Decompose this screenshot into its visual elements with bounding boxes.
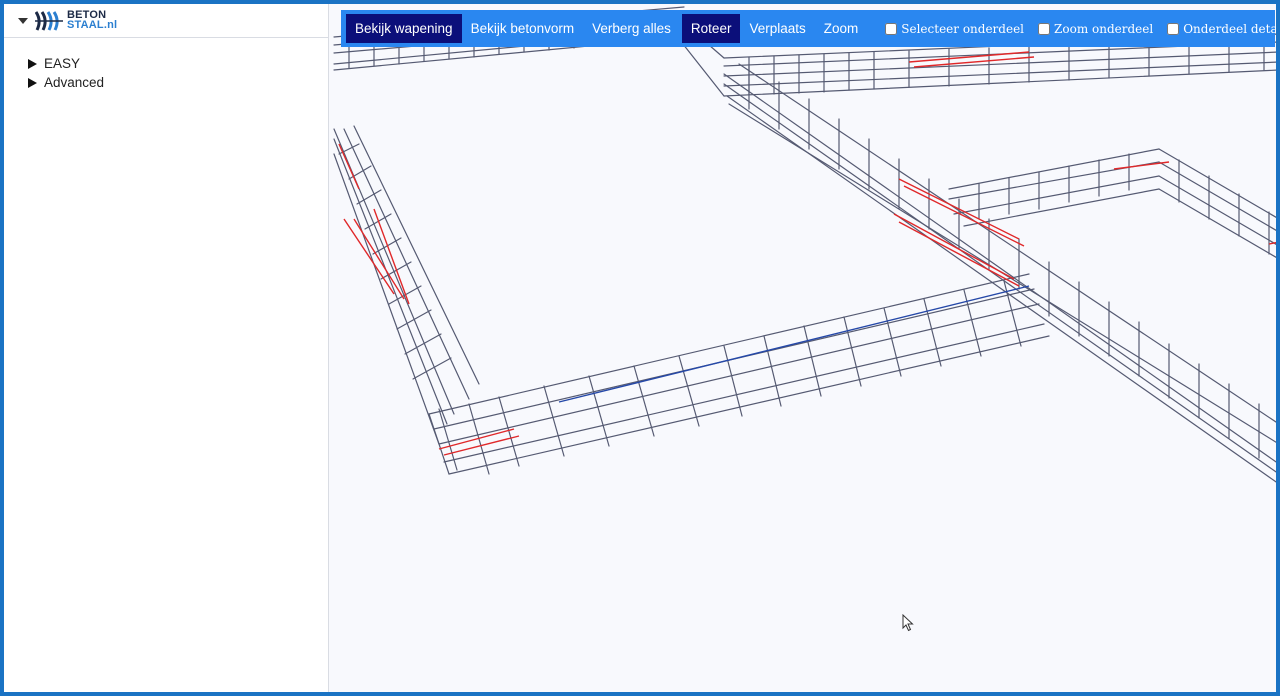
zoom-onderdeel-toggle[interactable]: Zoom onderdeel	[1038, 22, 1153, 36]
tree-item-easy[interactable]: EASY	[28, 54, 104, 73]
app-frame: BETON STAAL.nl EASY Advanced Bekijk wape…	[4, 4, 1276, 692]
verberg-alles-button[interactable]: Verberg alles	[583, 14, 680, 43]
zoom-onderdeel-label: Zoom onderdeel	[1054, 21, 1154, 36]
rebar-highlight-red	[338, 51, 1276, 456]
selecteer-onderdeel-checkbox[interactable]	[885, 22, 898, 35]
bekijk-wapening-button[interactable]: Bekijk wapening	[346, 14, 462, 43]
bekijk-betonvorm-button[interactable]: Bekijk betonvorm	[462, 14, 584, 43]
beam-diagonal-main	[723, 63, 1276, 483]
beam-right-mid	[948, 148, 1276, 258]
mouse-cursor-icon	[902, 613, 914, 632]
sidebar-header: BETON STAAL.nl	[4, 4, 329, 38]
betonstaal-logo[interactable]: BETON STAAL.nl	[35, 9, 135, 33]
onderdeel-details-toggle[interactable]: Onderdeel details	[1167, 22, 1276, 36]
3d-viewport[interactable]	[329, 4, 1276, 692]
rebar-model	[333, 6, 1276, 483]
selecteer-onderdeel-toggle[interactable]: Selecteer onderdeel	[885, 22, 1024, 36]
tree-arrow-icon	[28, 58, 37, 69]
sidebar: BETON STAAL.nl EASY Advanced	[4, 4, 329, 692]
tree-arrow-icon	[28, 77, 37, 88]
zoom-button[interactable]: Zoom	[815, 14, 868, 43]
tree-item-label: Advanced	[44, 75, 105, 90]
tree: EASY Advanced	[28, 54, 104, 92]
logo-text-staal: STAAL.nl	[67, 19, 118, 31]
caret-down-icon[interactable]	[16, 14, 30, 28]
tree-item-label: EASY	[44, 56, 81, 71]
tree-item-advanced[interactable]: Advanced	[28, 73, 104, 92]
onderdeel-details-label: Onderdeel details	[1183, 21, 1276, 36]
verplaats-button[interactable]: Verplaats	[740, 14, 814, 43]
toolbar: Bekijk wapening Bekijk betonvorm Verberg…	[341, 10, 1276, 47]
beam-left-diagonal	[333, 125, 480, 445]
onderdeel-details-checkbox[interactable]	[1167, 22, 1180, 35]
roteer-button[interactable]: Roteer	[681, 14, 741, 43]
zoom-onderdeel-checkbox[interactable]	[1038, 22, 1051, 35]
selecteer-onderdeel-label: Selecteer onderdeel	[901, 21, 1025, 36]
